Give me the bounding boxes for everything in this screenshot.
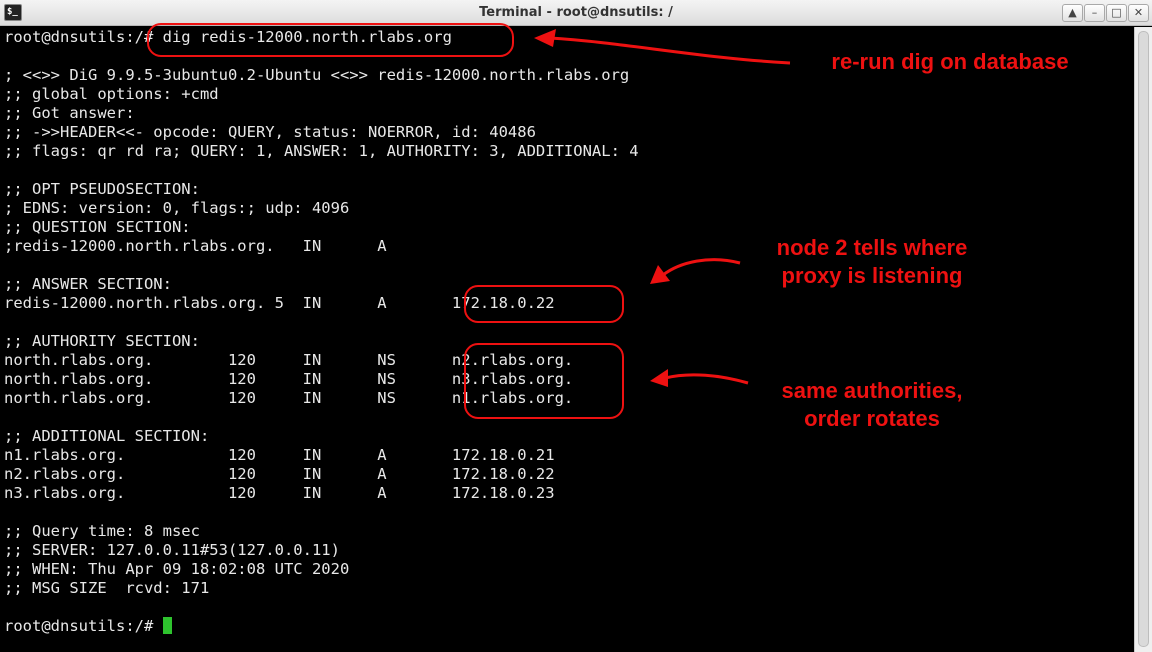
shade-button[interactable]: ▲ xyxy=(1062,4,1083,22)
terminal-line: ;redis-12000.north.rlabs.org. IN A xyxy=(4,237,387,255)
terminal-line: ;; WHEN: Thu Apr 09 18:02:08 UTC 2020 xyxy=(4,560,350,578)
terminal-line: ;; global options: +cmd xyxy=(4,85,219,103)
terminal-line: ;; ANSWER SECTION: xyxy=(4,275,172,293)
terminal-window: $_ Terminal - root@dnsutils: / ▲ – □ ✕ r… xyxy=(0,0,1152,652)
terminal-line: ;; ->>HEADER<<- opcode: QUERY, status: N… xyxy=(4,123,536,141)
terminal-line: ;; OPT PSEUDOSECTION: xyxy=(4,180,200,198)
authority-highlight-ring xyxy=(464,343,624,419)
terminal-line: n3.rlabs.org. 120 IN A 172.18.0.23 xyxy=(4,484,555,502)
shell-prompt: root@dnsutils:/# xyxy=(4,617,163,635)
terminal-line: n1.rlabs.org. 120 IN A 172.18.0.21 xyxy=(4,446,555,464)
terminal-line: ;; ADDITIONAL SECTION: xyxy=(4,427,210,445)
terminal-line: ; EDNS: version: 0, flags:; udp: 4096 xyxy=(4,199,350,217)
terminal-output[interactable]: root@dnsutils:/# dig redis-12000.north.r… xyxy=(0,27,1134,652)
maximize-button[interactable]: □ xyxy=(1106,4,1127,22)
terminal-line: ;; Got answer: xyxy=(4,104,135,122)
vertical-scrollbar[interactable] xyxy=(1134,27,1152,652)
terminal-line: ;; flags: qr rd ra; QUERY: 1, ANSWER: 1,… xyxy=(4,142,639,160)
answer-highlight-ring xyxy=(464,285,624,323)
terminal-line: ;; QUESTION SECTION: xyxy=(4,218,191,236)
terminal-line: ; <<>> DiG 9.9.5-3ubuntu0.2-Ubuntu <<>> … xyxy=(4,66,630,84)
terminal-line: ;; SERVER: 127.0.0.11#53(127.0.0.11) xyxy=(4,541,340,559)
annotation-rerun: re-run dig on database xyxy=(831,49,1069,74)
annotation-node2: node 2 tells where proxy is listening xyxy=(776,235,968,288)
terminal-line: ;; MSG SIZE rcvd: 171 xyxy=(4,579,210,597)
terminal-line: ;; AUTHORITY SECTION: xyxy=(4,332,200,350)
terminal-prompt-line[interactable]: root@dnsutils:/# xyxy=(4,617,172,636)
text-cursor xyxy=(162,617,172,634)
close-button[interactable]: ✕ xyxy=(1128,4,1149,22)
scrollbar-thumb[interactable] xyxy=(1138,31,1149,647)
minimize-button[interactable]: – xyxy=(1084,4,1105,22)
terminal-line: n2.rlabs.org. 120 IN A 172.18.0.22 xyxy=(4,465,555,483)
annotation-authorities: same authorities, order rotates xyxy=(781,378,963,431)
command-highlight-ring xyxy=(147,23,514,57)
terminal-line: ;; Query time: 8 msec xyxy=(4,522,200,540)
